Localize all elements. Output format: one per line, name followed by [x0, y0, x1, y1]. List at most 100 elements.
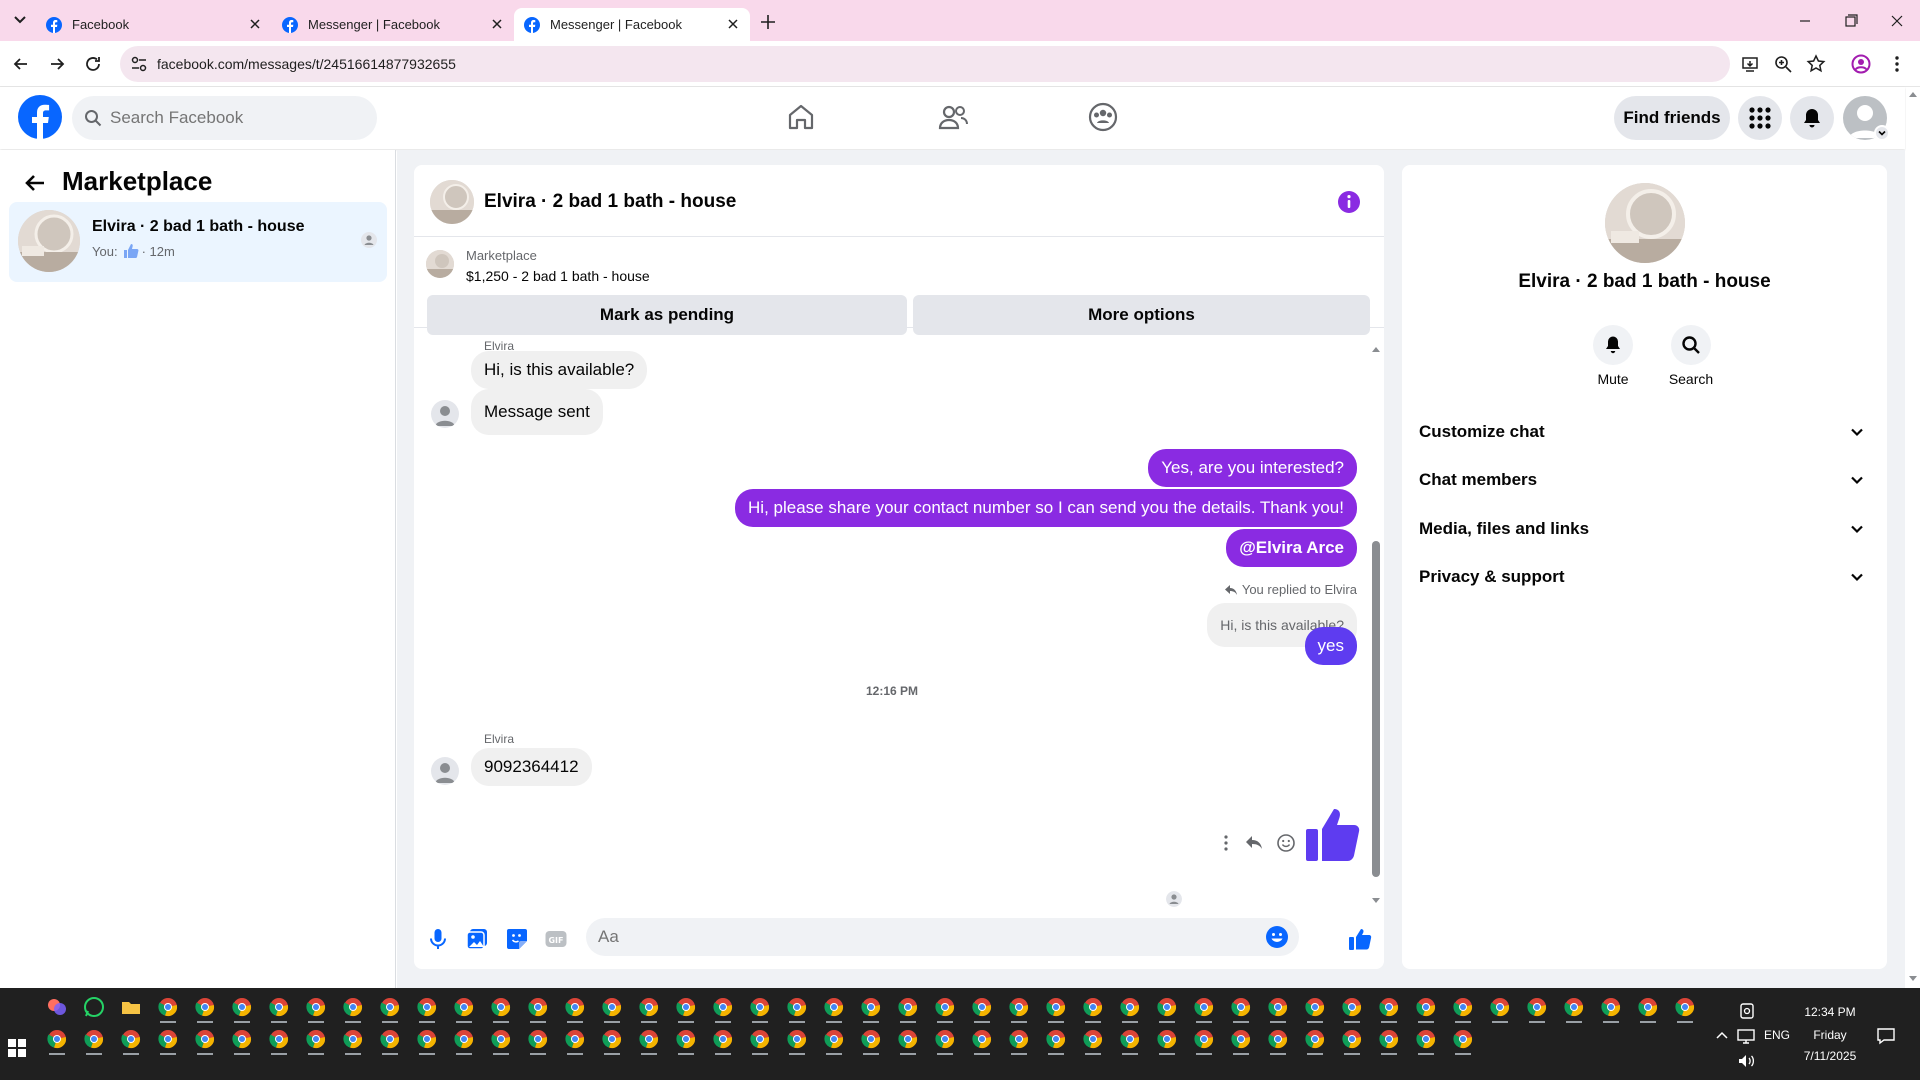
chrome-taskbar-icon[interactable] — [712, 996, 734, 1018]
chrome-taskbar-icon[interactable] — [490, 1028, 512, 1050]
home-icon[interactable] — [785, 101, 817, 133]
chrome-taskbar-icon[interactable] — [1674, 996, 1696, 1018]
facebook-search[interactable] — [72, 96, 377, 140]
account-chevron[interactable] — [1874, 125, 1890, 141]
thread-scrollbar[interactable] — [1369, 345, 1381, 905]
groups-icon[interactable] — [1087, 101, 1119, 133]
media-files-links-section[interactable]: Media, files and links — [1419, 507, 1875, 551]
chrome-taskbar-icon[interactable] — [1230, 1028, 1252, 1050]
chrome-taskbar-icon[interactable] — [638, 1028, 660, 1050]
outgoing-message[interactable]: Yes, are you interested? — [1148, 449, 1357, 487]
notification-center-icon[interactable] — [1876, 1026, 1896, 1046]
chrome-taskbar-icon[interactable] — [527, 996, 549, 1018]
back-icon[interactable] — [10, 53, 32, 75]
language-indicator[interactable]: ENG — [1763, 1028, 1791, 1042]
chrome-taskbar-icon[interactable] — [564, 996, 586, 1018]
incoming-message[interactable]: 9092364412 — [471, 748, 592, 786]
chrome-taskbar-icon[interactable] — [1563, 996, 1585, 1018]
close-tab-icon[interactable] — [726, 17, 740, 31]
chrome-taskbar-icon[interactable] — [971, 1028, 993, 1050]
chrome-taskbar-icon[interactable] — [897, 996, 919, 1018]
reply-icon[interactable] — [1244, 834, 1264, 852]
clock-date[interactable]: 7/11/2025 — [1795, 1049, 1865, 1063]
chrome-taskbar-icon[interactable] — [860, 996, 882, 1018]
tray-chevron-up-icon[interactable] — [1714, 1028, 1730, 1044]
chrome-taskbar-icon[interactable] — [490, 996, 512, 1018]
chrome-taskbar-icon[interactable] — [934, 996, 956, 1018]
chat-members-section[interactable]: Chat members — [1419, 458, 1875, 502]
chrome-taskbar-icon[interactable] — [379, 1028, 401, 1050]
page-scrollbar[interactable] — [1906, 87, 1920, 988]
chrome-taskbar-icon[interactable] — [1415, 1028, 1437, 1050]
minimize-icon[interactable] — [1794, 11, 1816, 31]
url-text[interactable]: facebook.com/messages/t/2451661487793265… — [157, 56, 456, 72]
windows-start-icon[interactable] — [8, 1039, 26, 1057]
file-explorer-icon[interactable] — [120, 996, 142, 1018]
chrome-taskbar-icon[interactable] — [1489, 996, 1511, 1018]
sender-avatar[interactable] — [431, 757, 459, 785]
search-input[interactable] — [110, 96, 365, 140]
outgoing-reply-message[interactable]: yes — [1304, 627, 1357, 665]
friends-icon[interactable] — [937, 101, 969, 133]
tab-search-button[interactable] — [8, 9, 32, 31]
chrome-taskbar-icon[interactable] — [416, 1028, 438, 1050]
conversation-item[interactable]: Elvira · 2 bad 1 bath - house You: · 12m — [9, 202, 387, 282]
chrome-taskbar-icon[interactable] — [231, 1028, 253, 1050]
chrome-taskbar-icon[interactable] — [1156, 996, 1178, 1018]
notifications-button[interactable] — [1790, 96, 1834, 140]
chrome-taskbar-icon[interactable] — [1119, 1028, 1141, 1050]
find-friends-button[interactable]: Find friends — [1614, 96, 1730, 140]
message-input[interactable] — [598, 918, 1248, 956]
send-like-icon[interactable] — [1348, 927, 1372, 951]
chrome-taskbar-icon[interactable] — [749, 996, 771, 1018]
listing-price-title[interactable]: $1,250 - 2 bad 1 bath - house — [466, 268, 650, 284]
menu-button[interactable] — [1738, 96, 1782, 140]
chrome-taskbar-icon[interactable] — [1267, 1028, 1289, 1050]
chrome-taskbar-icon[interactable] — [1156, 1028, 1178, 1050]
site-info-icon[interactable] — [130, 55, 148, 73]
chrome-taskbar-icon[interactable] — [971, 996, 993, 1018]
chrome-taskbar-icon[interactable] — [231, 996, 253, 1018]
chrome-taskbar-icon[interactable] — [416, 996, 438, 1018]
chrome-taskbar-icon[interactable] — [934, 1028, 956, 1050]
scroll-up-arrow-icon[interactable] — [1371, 345, 1381, 353]
chrome-taskbar-icon[interactable] — [1378, 1028, 1400, 1050]
browser-tab-3-active[interactable]: Messenger | Facebook — [514, 8, 750, 41]
incoming-message[interactable]: Hi, is this available? — [471, 351, 648, 389]
omnibox[interactable]: facebook.com/messages/t/2451661487793265… — [120, 46, 1826, 82]
chrome-taskbar-icon[interactable] — [638, 996, 660, 1018]
emoji-icon[interactable] — [1265, 925, 1289, 949]
chrome-taskbar-icon[interactable] — [749, 1028, 771, 1050]
listing-thumbnail[interactable] — [426, 250, 454, 278]
profile-thumbnail[interactable] — [1605, 183, 1685, 263]
chrome-taskbar-icon[interactable] — [194, 996, 216, 1018]
chrome-taskbar-icon[interactable] — [342, 1028, 364, 1050]
chrome-taskbar-icon[interactable] — [194, 1028, 216, 1050]
scroll-down-arrow-icon[interactable] — [1909, 976, 1917, 982]
chrome-taskbar-icon[interactable] — [1082, 996, 1104, 1018]
close-tab-icon[interactable] — [248, 17, 262, 31]
zoom-icon[interactable] — [1773, 54, 1793, 74]
clock-day[interactable]: Friday — [1795, 1028, 1865, 1042]
chrome-taskbar-icon[interactable] — [675, 996, 697, 1018]
chrome-taskbar-icon[interactable] — [601, 996, 623, 1018]
chrome-taskbar-icon[interactable] — [46, 1028, 68, 1050]
sender-avatar[interactable] — [431, 400, 459, 428]
sticker-icon[interactable] — [505, 927, 529, 951]
chrome-taskbar-icon[interactable] — [1045, 996, 1067, 1018]
chrome-taskbar-icon[interactable] — [712, 1028, 734, 1050]
chrome-taskbar-icon[interactable] — [860, 1028, 882, 1050]
chrome-taskbar-icon[interactable] — [342, 996, 364, 1018]
chrome-taskbar-icon[interactable] — [1341, 996, 1363, 1018]
chrome-taskbar-icon[interactable] — [1082, 1028, 1104, 1050]
whatsapp-icon[interactable] — [83, 996, 105, 1018]
search-action[interactable]: Search — [1661, 325, 1721, 387]
scroll-up-arrow-icon[interactable] — [1909, 91, 1917, 97]
chrome-taskbar-icon[interactable] — [1045, 1028, 1067, 1050]
chrome-taskbar-icon[interactable] — [453, 996, 475, 1018]
more-vertical-icon[interactable] — [1219, 833, 1233, 853]
microphone-icon[interactable] — [426, 927, 450, 951]
chrome-taskbar-icon[interactable] — [1008, 1028, 1030, 1050]
install-app-icon[interactable] — [1740, 54, 1760, 74]
chrome-taskbar-icon[interactable] — [897, 1028, 919, 1050]
